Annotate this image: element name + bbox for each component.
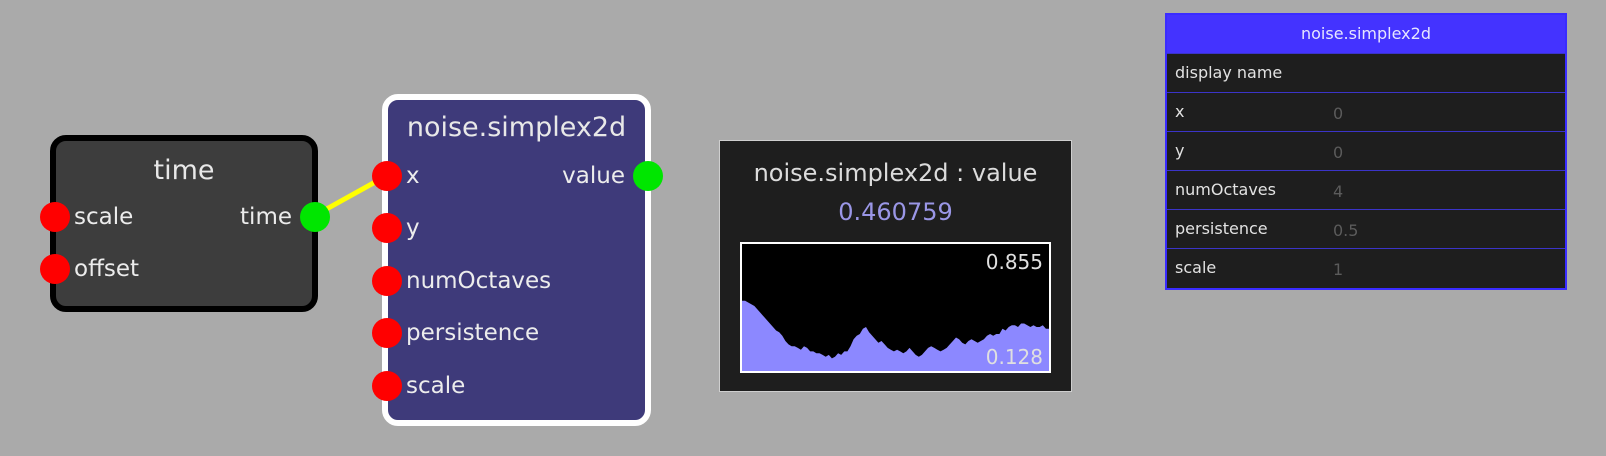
monitor-title: noise.simplex2d : value	[753, 159, 1038, 187]
monitor-current-value: 0.460759	[838, 198, 953, 226]
inspector-scale-label: scale	[1175, 258, 1217, 277]
noise-y-input-port[interactable]	[372, 213, 402, 243]
inspector-persistence-label: persistence	[1175, 219, 1268, 238]
inspector-row-numoctaves[interactable]: numOctaves 4	[1167, 170, 1565, 209]
time-offset-input-port[interactable]	[40, 254, 70, 284]
noise-scale-label: scale	[406, 373, 466, 399]
inspector-y-value[interactable]: 0	[1333, 134, 1343, 172]
inspector-row-x[interactable]: x 0	[1167, 92, 1565, 131]
noise-persistence-input-port[interactable]	[372, 318, 402, 348]
noise-node-title: noise.simplex2d	[406, 112, 627, 143]
noise-numoctaves-label: numOctaves	[406, 268, 552, 294]
noise-y-label: y	[406, 215, 420, 241]
noise-persistence-label: persistence	[406, 320, 540, 346]
noise-x-input-port[interactable]	[372, 161, 402, 191]
inspector-title: noise.simplex2d	[1167, 15, 1565, 53]
time-node-title: time	[153, 155, 215, 186]
inspector-row-persistence[interactable]: persistence 0.5	[1167, 209, 1565, 248]
monitor-graph: 0.855 0.128	[740, 242, 1051, 373]
time-scale-input-port[interactable]	[40, 202, 70, 232]
inspector-x-label: x	[1175, 102, 1185, 121]
noise-simplex2d-node[interactable]: noise.simplex2d x y numOctaves persisten…	[372, 94, 663, 426]
value-monitor[interactable]: noise.simplex2d : value 0.460759 0.855 0…	[719, 140, 1072, 392]
noise-x-label: x	[406, 163, 420, 189]
noise-scale-input-port[interactable]	[372, 371, 402, 401]
noise-numoctaves-input-port[interactable]	[372, 266, 402, 296]
noise-value-output-port[interactable]	[633, 161, 663, 191]
inspector-row-scale[interactable]: scale 1	[1167, 248, 1565, 287]
time-output-port[interactable]	[300, 202, 330, 232]
inspector-numoctaves-label: numOctaves	[1175, 180, 1276, 199]
inspector-panel[interactable]: noise.simplex2d display name x 0 y 0 num…	[1165, 13, 1567, 290]
inspector-row-y[interactable]: y 0	[1167, 131, 1565, 170]
time-output-label: time	[240, 204, 292, 230]
time-offset-label: offset	[74, 256, 140, 282]
inspector-numoctaves-value[interactable]: 4	[1333, 173, 1343, 211]
inspector-persistence-value[interactable]: 0.5	[1333, 212, 1358, 250]
time-scale-label: scale	[74, 204, 134, 230]
inspector-display-name-label: display name	[1175, 63, 1283, 82]
inspector-y-label: y	[1175, 141, 1185, 160]
time-node[interactable]: time scale offset time	[40, 135, 330, 312]
inspector-scale-value[interactable]: 1	[1333, 251, 1343, 289]
noise-value-output-label: value	[562, 163, 625, 189]
graph-max-label: 0.855	[985, 250, 1043, 274]
inspector-x-value[interactable]: 0	[1333, 95, 1343, 133]
graph-min-label: 0.128	[985, 345, 1043, 369]
inspector-display-name-row[interactable]: display name	[1167, 53, 1565, 92]
